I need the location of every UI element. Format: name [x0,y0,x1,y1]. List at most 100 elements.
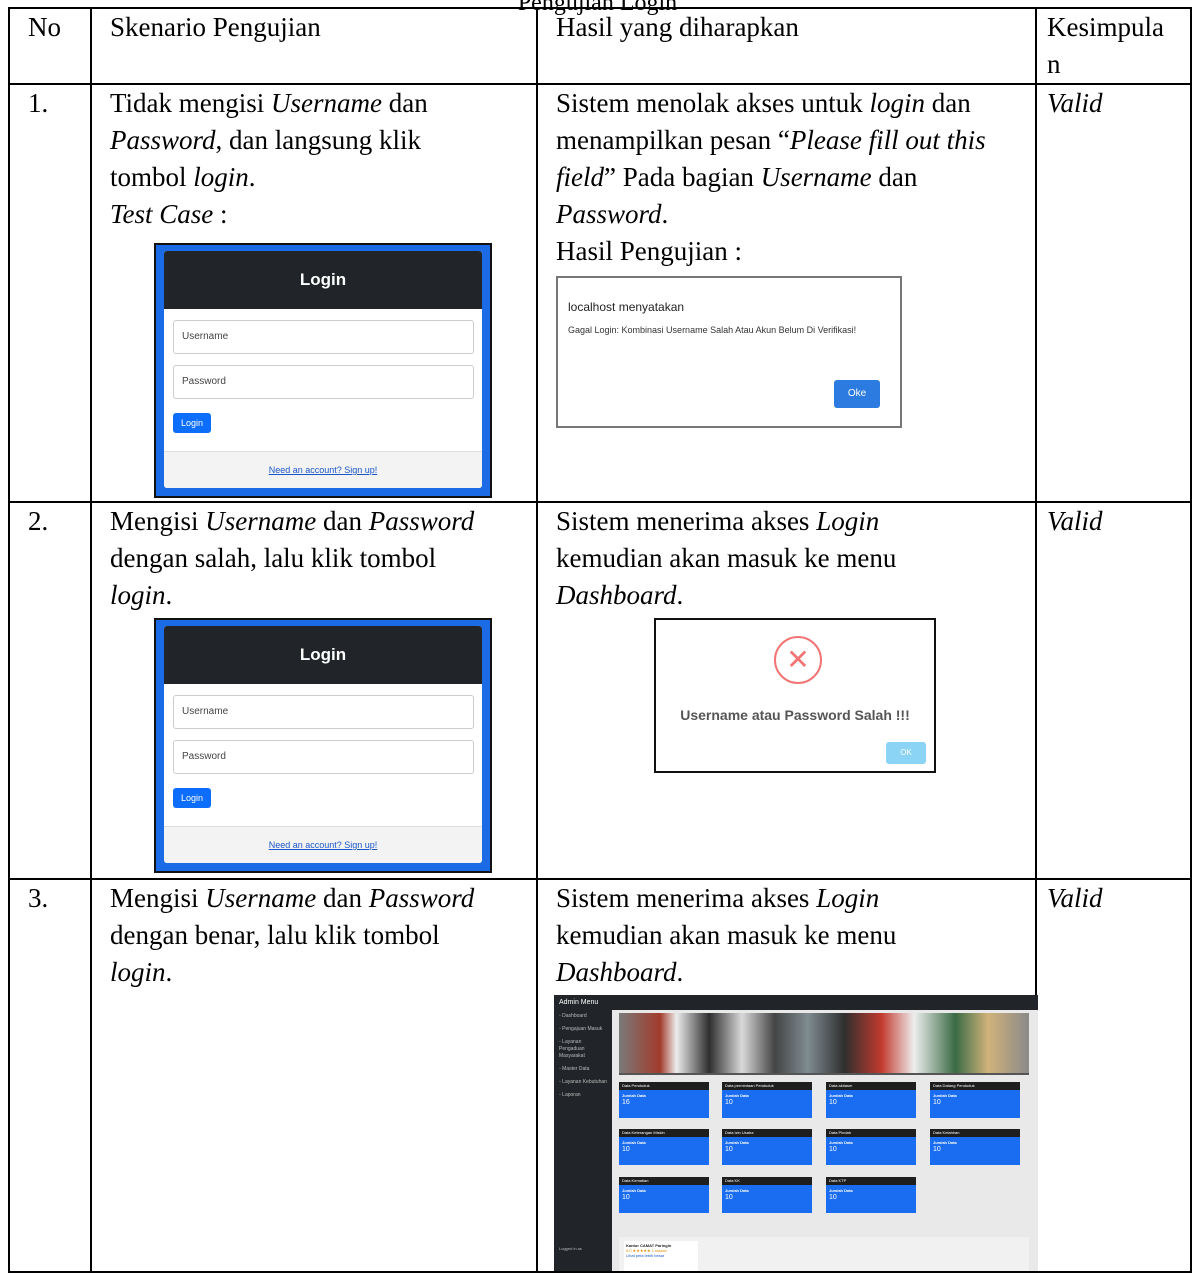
stat-tile-title: Data Keterangan Miskin [619,1129,709,1137]
stat-tile-title: Data Kelahiran [930,1129,1020,1137]
stat-tile-value: 10 [622,1146,630,1153]
row-expected: Sistem menerima akses Login kemudian aka… [536,878,1038,1273]
sidebar-menu-item[interactable]: ◦ Layanan Kebutuhan [554,1076,612,1089]
row-conclusion: Valid [1035,501,1192,880]
stat-tile[interactable]: Data aktiasm Jumlah Data 10 [826,1082,916,1118]
stat-tile-title: Data Pindah [826,1129,916,1137]
stat-tile-label: Jumlah Data [829,1140,853,1145]
header-no: No [8,7,92,85]
username-field[interactable]: Username [173,695,474,729]
error-message: Username atau Password Salah !!! [680,707,910,723]
row-conclusion: Valid [1035,83,1192,503]
stat-tile-value: 10 [725,1099,733,1106]
login-button[interactable]: Login [173,413,211,433]
signup-link[interactable]: Need an account? Sign up! [164,451,482,488]
sidebar-menu-item[interactable]: ◦ Dashboard [554,1010,612,1023]
stat-tile-label: Jumlah Data [933,1140,957,1145]
stat-tile[interactable]: Data Pindah Jumlah Data 10 [826,1129,916,1165]
stat-tile-title: Data Penduduk [619,1082,709,1090]
scenario-text: Mengisi Username dan Password dengan ben… [110,883,475,987]
username-field[interactable]: Username [173,320,474,354]
test-case-label: Test Case : [110,199,228,229]
password-field[interactable]: Password [173,365,474,399]
row-no: 2. [8,501,92,880]
stat-tile[interactable]: Data Kelahiran Jumlah Data 10 [930,1129,1020,1165]
stat-tile-label: Jumlah Data [829,1093,853,1098]
error-ok-button[interactable]: OK [886,742,926,764]
stat-tile-value: 10 [829,1099,837,1106]
stat-tile-label: Jumlah Data [622,1140,646,1145]
stat-tile[interactable]: Data Penduduk Jumlah Data 16 [619,1082,709,1118]
stat-tile-label: Jumlah Data [725,1188,749,1193]
stat-tile-value: 10 [829,1146,837,1153]
scenario-text: Tidak mengisi Username dan Password, dan… [110,88,428,192]
login-button[interactable]: Login [173,788,211,808]
stat-tile[interactable]: Data Datang Penduduk Jumlah Data 10 [930,1082,1020,1118]
stat-tile-title: Data KK [722,1177,812,1185]
stat-tile-label: Jumlah Data [829,1188,853,1193]
alert-title: localhost menyatakan [568,300,685,314]
row-no: 1. [8,83,92,503]
table-row: 2. Mengisi Username dan Password dengan … [8,501,1192,880]
header-expected: Hasil yang diharapkan [536,7,1037,85]
expected-text: Sistem menolak akses untuk login dan men… [556,88,986,229]
stat-tile-value: 10 [725,1194,733,1201]
stat-tile-title: Data KTP [826,1177,916,1185]
row-expected: Sistem menerima akses Login kemudian aka… [536,501,1037,880]
row-no: 3. [8,878,92,1273]
stat-tile-value: 16 [622,1099,630,1106]
row-conclusion: Valid [1035,878,1192,1273]
stat-tile-label: Jumlah Data [933,1093,957,1098]
stat-tile[interactable]: Data KTP Jumlah Data 10 [826,1177,916,1213]
stat-tile[interactable]: Data permintaan Penduduk Jumlah Data 10 [722,1082,812,1118]
login-card: Login Username Password Login Need an ac… [164,251,482,488]
alert-dialog: localhost menyatakan Gagal Login: Kombin… [556,276,902,428]
result-label: Hasil Pengujian : [556,236,742,266]
row-scenario: Mengisi Username dan Password dengan sal… [90,501,538,880]
expected-text: Sistem menerima akses Login kemudian aka… [556,883,897,987]
table-row: 1. Tidak mengisi Username dan Password, … [8,83,1192,503]
stat-tile-value: 10 [725,1146,733,1153]
login-screenshot: Login Username Password Login Need an ac… [154,243,492,498]
map-info-card: Kantor CAMAT Paringin 5.0 ★★★★★ 1 ulasan… [624,1241,698,1271]
stat-tile-title: Data aktiasm [826,1082,916,1090]
signup-link[interactable]: Need an account? Sign up! [164,826,482,863]
stat-tile[interactable]: Data KK Jumlah Data 10 [722,1177,812,1213]
stat-tile-value: 10 [933,1099,941,1106]
header-scenario: Skenario Pengujian [90,7,538,85]
scenario-text: Mengisi Username dan Password dengan sal… [110,506,475,610]
stat-tile-title: Data Datang Penduduk [930,1082,1020,1090]
stat-tile-label: Jumlah Data [725,1093,749,1098]
dashboard-screenshot: Admin Menu ◦ Dashboard ◦ Pengajuan Masuk ◦… [554,995,1038,1271]
row-expected: Sistem menolak akses untuk login dan men… [536,83,1037,503]
office-photo-banner [619,1013,1029,1075]
sidebar-menu-item[interactable]: ◦ Pengajuan Masuk [554,1023,612,1036]
stat-tile-title: Data Kematian [619,1177,709,1185]
alert-message: Gagal Login: Kombinasi Username Salah At… [568,325,857,335]
stat-tile[interactable]: Data Keterangan Miskin Jumlah Data 10 [619,1129,709,1165]
stat-tile-label: Jumlah Data [725,1140,749,1145]
sidebar-menu-item[interactable]: ◦ Layanan Pengaduan Masyarakat [554,1036,612,1063]
password-field[interactable]: Password [173,740,474,774]
dashboard-sidebar: Admin Menu ◦ Dashboard ◦ Pengajuan Masuk ◦… [554,995,612,1271]
dashboard-topbar: admin [612,995,1038,1018]
sidebar-footer: Logged in as [559,1246,582,1251]
stat-tile-label: Jumlah Data [622,1188,646,1193]
map-link[interactable]: Lihat peta lebih besar [626,1253,696,1258]
table-header-row: No Skenario Pengujian Hasil yang diharap… [8,7,1192,85]
alert-ok-button[interactable]: Oke [834,380,880,408]
login-card: Login Username Password Login Need an ac… [164,626,482,863]
login-screenshot: Login Username Password Login Need an ac… [154,618,492,873]
test-table: No Skenario Pengujian Hasil yang diharap… [8,7,1192,1273]
sidebar-menu-item[interactable]: ◦ Laporan [554,1089,612,1102]
stat-tile-value: 10 [829,1194,837,1201]
stat-tile[interactable]: Data Izin Usaha Jumlah Data 10 [722,1129,812,1165]
expected-text: Sistem menerima akses Login kemudian aka… [556,506,897,610]
header-conclusion: Kesimpulan [1035,7,1192,85]
row-scenario: Mengisi Username dan Password dengan ben… [90,878,538,1273]
sidebar-menu-item[interactable]: ◦ Master Data [554,1063,612,1076]
stat-tile-value: 10 [622,1194,630,1201]
login-title: Login [164,251,482,309]
stat-tile[interactable]: Data Kematian Jumlah Data 10 [619,1177,709,1213]
stat-tile-title: Data Izin Usaha [722,1129,812,1137]
